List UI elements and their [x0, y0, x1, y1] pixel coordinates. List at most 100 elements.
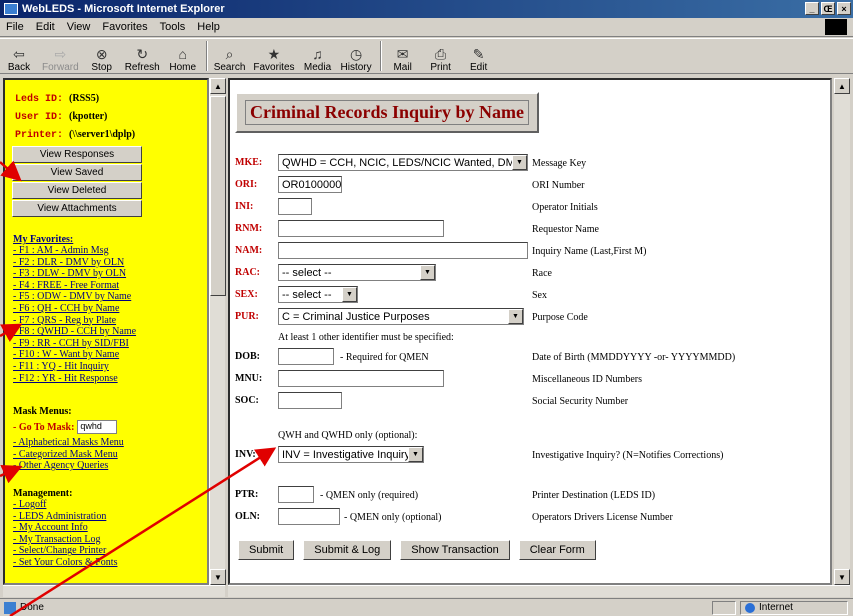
- main-horizontal-scrollbar[interactable]: [228, 585, 850, 597]
- scroll-thumb[interactable]: [210, 96, 226, 296]
- goto-mask-input[interactable]: qwhd: [77, 420, 118, 434]
- printer-label: Printer:: [15, 130, 64, 141]
- favorite-link[interactable]: - F7 : QRS - Reg by Plate: [13, 315, 136, 327]
- view-responses-button[interactable]: View Responses: [12, 146, 142, 163]
- menu-view[interactable]: View: [67, 21, 91, 33]
- clear-form-button[interactable]: Clear Form: [518, 540, 596, 560]
- mnu-description: Miscellaneous ID Numbers: [532, 374, 642, 385]
- dob-input[interactable]: [278, 348, 334, 365]
- my-transaction-log-link[interactable]: - My Transaction Log: [13, 534, 117, 546]
- favorites-button[interactable]: ★ Favorites: [253, 39, 294, 73]
- scroll-up-arrow-icon[interactable]: ▲: [834, 78, 850, 94]
- inv-select[interactable]: INV = Investigative Inquiry ▼: [278, 446, 424, 463]
- left-horizontal-scrollbar[interactable]: [3, 585, 225, 597]
- leds-id-value: (RSS5): [69, 93, 100, 104]
- back-arrow-icon: ⇦: [13, 46, 25, 62]
- pur-select[interactable]: C = Criminal Justice Purposes ▼: [278, 308, 524, 325]
- close-button[interactable]: ×: [837, 2, 851, 15]
- rnm-input[interactable]: [278, 220, 444, 237]
- ini-label: INI:: [235, 201, 254, 212]
- nam-input[interactable]: [278, 242, 528, 259]
- home-button[interactable]: ⌂ Home: [168, 39, 198, 73]
- forward-label: Forward: [42, 62, 79, 73]
- history-icon: ◷: [349, 46, 363, 62]
- edit-button[interactable]: ✎ Edit: [464, 39, 494, 73]
- alphabetical-masks-link[interactable]: - Alphabetical Masks Menu: [13, 437, 124, 449]
- favorite-link[interactable]: - F4 : FREE - Free Format: [13, 280, 136, 292]
- history-button[interactable]: ◷ History: [341, 39, 372, 73]
- oln-row: OLN: - QMEN only (optional) Operators Dr…: [230, 508, 830, 528]
- favorite-link[interactable]: - F2 : DLR - DMV by OLN: [13, 257, 136, 269]
- favorite-link[interactable]: - F10 : W - Want by Name: [13, 349, 136, 361]
- print-button[interactable]: ⎙ Print: [426, 39, 456, 73]
- scroll-down-arrow-icon[interactable]: ▼: [210, 569, 226, 585]
- oln-input[interactable]: [278, 508, 340, 525]
- left-vertical-scrollbar[interactable]: ▲ ▼: [209, 78, 226, 585]
- mnu-input[interactable]: [278, 370, 444, 387]
- mke-description: Message Key: [532, 158, 587, 169]
- page-done-icon: [4, 601, 16, 614]
- mnu-row: MNU: Miscellaneous ID Numbers: [230, 370, 830, 390]
- inv-select-value: INV = Investigative Inquiry: [282, 448, 411, 461]
- print-label: Print: [430, 62, 451, 73]
- soc-input[interactable]: [278, 392, 342, 409]
- scroll-up-arrow-icon[interactable]: ▲: [210, 78, 226, 94]
- pur-select-value: C = Criminal Justice Purposes: [282, 310, 430, 323]
- page-title: Criminal Records Inquiry by Name: [235, 92, 539, 133]
- other-agency-queries-link[interactable]: - Other Agency Queries: [13, 460, 124, 472]
- categorized-mask-link[interactable]: - Categorized Mask Menu: [13, 449, 124, 461]
- favorites-label: Favorites: [253, 62, 295, 73]
- view-saved-button[interactable]: View Saved: [12, 164, 142, 181]
- ori-input[interactable]: OR0100000: [278, 176, 342, 193]
- menu-file[interactable]: File: [6, 21, 24, 33]
- media-icon: ♫: [312, 46, 323, 62]
- oln-description: Operators Drivers License Number: [532, 512, 673, 523]
- user-ids: Leds ID: (RSS5) User ID: (kpotter) Print…: [15, 90, 135, 144]
- favorite-link[interactable]: - F8 : QWHD - CCH by Name: [13, 326, 136, 338]
- forward-button[interactable]: ⇨ Forward: [42, 39, 79, 73]
- zone-text: Internet: [759, 602, 793, 613]
- home-label: Home: [169, 62, 197, 73]
- mke-select[interactable]: QWHD = CCH, NCIC, LEDS/NCIC Wanted, DMV ▼: [278, 154, 528, 171]
- favorite-link[interactable]: - F1 : AM - Admin Msg: [13, 245, 136, 257]
- menu-edit[interactable]: Edit: [36, 21, 55, 33]
- set-colors-fonts-link[interactable]: - Set Your Colors & Fonts: [13, 557, 117, 569]
- menu-tools[interactable]: Tools: [160, 21, 186, 33]
- favorite-link[interactable]: - F12 : YR - Hit Response: [13, 373, 136, 385]
- back-button[interactable]: ⇦ Back: [4, 39, 34, 73]
- stop-button[interactable]: ⊗ Stop: [87, 39, 117, 73]
- favorite-link[interactable]: - F5 : ODW - DMV by Name: [13, 291, 136, 303]
- rac-description: Race: [532, 268, 552, 279]
- ini-input[interactable]: [278, 198, 312, 215]
- maximize-button[interactable]: Œ: [821, 2, 835, 15]
- view-deleted-button[interactable]: View Deleted: [12, 182, 142, 199]
- status-text: Done: [20, 602, 44, 613]
- leds-administration-link[interactable]: - LEDS Administration: [13, 511, 117, 523]
- status-bar: Done Internet: [0, 598, 853, 616]
- select-change-printer-link[interactable]: - Select/Change Printer: [13, 545, 117, 557]
- view-attachments-button[interactable]: View Attachments: [12, 200, 142, 217]
- show-transaction-button[interactable]: Show Transaction: [400, 540, 510, 560]
- logoff-link[interactable]: - Logoff: [13, 499, 117, 511]
- menu-help[interactable]: Help: [197, 21, 220, 33]
- ptr-row: PTR: - QMEN only (required) Printer Dest…: [230, 486, 830, 506]
- mail-button[interactable]: ✉ Mail: [388, 39, 418, 73]
- my-account-info-link[interactable]: - My Account Info: [13, 522, 117, 534]
- favorite-link[interactable]: - F6 : QH - CCH by Name: [13, 303, 136, 315]
- refresh-button[interactable]: ↻ Refresh: [125, 39, 160, 73]
- my-favorites-title[interactable]: My Favorites:: [13, 234, 73, 245]
- media-button[interactable]: ♫ Media: [303, 39, 333, 73]
- scroll-down-arrow-icon[interactable]: ▼: [834, 569, 850, 585]
- submit-button[interactable]: Submit: [238, 540, 295, 560]
- menu-favorites[interactable]: Favorites: [102, 21, 147, 33]
- favorite-link[interactable]: - F11 : YQ - Hit Inquiry: [13, 361, 136, 373]
- favorite-link[interactable]: - F3 : DLW - DMV by OLN: [13, 268, 136, 280]
- rac-select[interactable]: -- select -- ▼: [278, 264, 436, 281]
- search-button[interactable]: ⌕ Search: [214, 39, 246, 73]
- ptr-input[interactable]: [278, 486, 314, 503]
- minimize-button[interactable]: _: [805, 2, 819, 15]
- submit-log-button[interactable]: Submit & Log: [303, 540, 392, 560]
- favorite-link[interactable]: - F9 : RR - CCH by SID/FBI: [13, 338, 136, 350]
- main-vertical-scrollbar[interactable]: ▲ ▼: [834, 78, 850, 585]
- sex-select[interactable]: -- select -- ▼: [278, 286, 358, 303]
